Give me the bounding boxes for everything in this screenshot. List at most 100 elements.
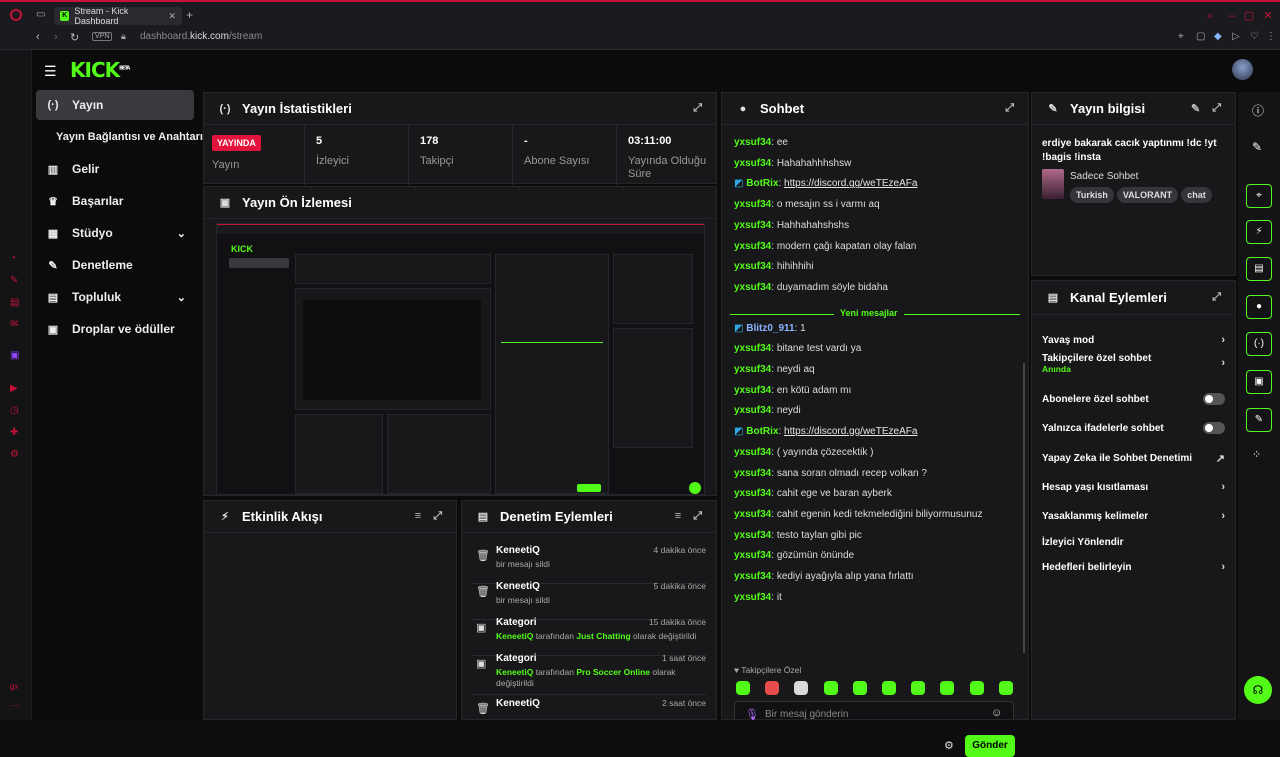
snapshot-icon[interactable]: ⌖	[1178, 31, 1184, 42]
popout-icon[interactable]: ⤢	[1212, 102, 1221, 115]
emote-icon[interactable]	[794, 681, 809, 695]
emote-icon[interactable]	[998, 681, 1013, 695]
chat-username[interactable]: yxsuf34	[734, 261, 771, 272]
tag[interactable]: VALORANT	[1116, 187, 1179, 203]
toggle-switch[interactable]	[1203, 393, 1225, 405]
browser-tab-active[interactable]: K Stream - Kick Dashboard ✕	[54, 6, 182, 26]
rail-button[interactable]: ▤	[1246, 257, 1272, 281]
settings-icon[interactable]: ⚙	[10, 449, 19, 460]
rail-button[interactable]: ⌖	[1246, 184, 1272, 208]
rail-button[interactable]: (·)	[1246, 332, 1272, 356]
reload-icon[interactable]: ↻	[70, 31, 79, 44]
sidebar-item-studyo[interactable]: ▦ Stüdyo ⌄	[36, 218, 194, 248]
twitch-icon[interactable]: ▣	[10, 350, 19, 361]
tag[interactable]: chat	[1181, 187, 1212, 203]
speed-dial-icon[interactable]: ◔	[10, 253, 16, 264]
sidebar-item-basarilar[interactable]: ♛ Başarılar	[36, 186, 194, 216]
toggle-switch[interactable]	[1203, 422, 1225, 434]
close-window-icon[interactable]: ✕	[1262, 10, 1274, 22]
chat-username[interactable]: yxsuf34	[734, 158, 771, 169]
followers-only-chat-row[interactable]: Takipçilere özel sohbet Anında ›	[1042, 353, 1225, 385]
messenger-icon[interactable]: ▤	[10, 297, 19, 308]
sidebar-item-yayin[interactable]: (·) Yayın	[36, 90, 194, 120]
popout-icon[interactable]: ⤢	[693, 102, 702, 115]
opera-logo-icon[interactable]	[10, 9, 22, 21]
chat-username[interactable]: yxsuf34	[734, 550, 771, 561]
chat-username[interactable]: yxsuf34	[734, 220, 771, 231]
emote-icon[interactable]	[765, 681, 780, 695]
emote-icon[interactable]	[911, 681, 926, 695]
emote-icon[interactable]	[882, 681, 896, 695]
filter-icon[interactable]: ≡	[675, 510, 681, 523]
gx-icon[interactable]: gx	[10, 682, 18, 691]
player-icon[interactable]: ▷	[1232, 31, 1240, 42]
emote-icon[interactable]	[736, 681, 750, 695]
maximize-icon[interactable]: ▢	[1243, 10, 1255, 22]
rail-button[interactable]: ⚡︎	[1246, 220, 1272, 244]
slow-mode-row[interactable]: Yavaş mod ›	[1042, 329, 1225, 351]
emote-icon[interactable]	[852, 681, 867, 695]
emote-icon[interactable]	[823, 681, 838, 695]
raid-row[interactable]: İzleyici Yönlendir	[1042, 531, 1225, 553]
chat-username[interactable]: Blitz0_911	[746, 323, 794, 334]
emotes-only-chat-row[interactable]: Yalnızca ifadelerle sohbet	[1042, 417, 1225, 439]
popout-icon[interactable]: ⤢	[693, 510, 702, 523]
sidebar-item-denetleme[interactable]: ✎ Denetleme	[36, 250, 194, 280]
new-tab-button[interactable]: +	[186, 8, 193, 22]
chat-username[interactable]: yxsuf34	[734, 488, 771, 499]
popout-icon[interactable]: ⤢	[1212, 291, 1221, 304]
banned-words-row[interactable]: Yasaklanmış kelimeler ›	[1042, 505, 1225, 527]
chat-username[interactable]: yxsuf34	[734, 385, 771, 396]
avatar[interactable]	[1232, 59, 1253, 80]
wallet-icon[interactable]: ▢	[1196, 31, 1205, 42]
menu-icon[interactable]: ⋮	[1266, 31, 1276, 42]
info-icon[interactable]: ⓘ	[1252, 102, 1264, 119]
tab-close-icon[interactable]: ✕	[168, 11, 176, 22]
chat-username[interactable]: yxsuf34	[734, 282, 771, 293]
chat-username[interactable]: yxsuf34	[734, 592, 771, 603]
subscribers-only-chat-row[interactable]: Abonelere özel sohbet	[1042, 388, 1225, 410]
ai-icon[interactable]: ✎	[10, 275, 18, 286]
chat-username[interactable]: yxsuf34	[734, 571, 771, 582]
adblock-shield-icon[interactable]: ◆	[1214, 31, 1222, 42]
sidebar-item-gelir[interactable]: ▥ Gelir	[36, 154, 194, 184]
ai-moderation-row[interactable]: Yapay Zeka ile Sohbet Denetimi ↗	[1042, 447, 1225, 469]
rail-button[interactable]: ●	[1246, 295, 1272, 319]
kick-logo[interactable]: KICKBETA	[70, 58, 130, 82]
rail-button[interactable]: ▣	[1246, 370, 1272, 394]
rail-button[interactable]: ✎	[1246, 408, 1272, 432]
chat-username[interactable]: yxsuf34	[734, 447, 771, 458]
player-sidebar-icon[interactable]: ▶	[10, 383, 18, 394]
chat-username[interactable]: yxsuf34	[734, 137, 771, 148]
microphone-icon[interactable]: 🎙︎	[745, 708, 759, 721]
popout-icon[interactable]: ⤢	[1005, 102, 1014, 115]
chat-username[interactable]: yxsuf34	[734, 199, 771, 210]
hamburger-icon[interactable]: ☰	[44, 63, 57, 80]
chat-username[interactable]: BotRix	[746, 426, 778, 437]
minimize-icon[interactable]: –	[1226, 10, 1238, 22]
sidebar-item-topluluk[interactable]: ▤ Topluluk ⌄	[36, 282, 194, 312]
url-field[interactable]: dashboard.kick.com/stream	[140, 31, 262, 42]
chat-username[interactable]: BotRix	[746, 178, 778, 189]
emote-icon[interactable]	[969, 681, 984, 695]
vpn-badge[interactable]: VPN	[92, 32, 113, 41]
mail-icon[interactable]: ✉	[10, 319, 18, 330]
send-button[interactable]: Gönder	[965, 735, 1015, 757]
preview-video[interactable]: KICK	[216, 223, 705, 495]
chat-username[interactable]: yxsuf34	[734, 241, 771, 252]
account-age-row[interactable]: Hesap yaşı kısıtlaması ›	[1042, 476, 1225, 498]
filter-icon[interactable]: ≡	[415, 510, 421, 523]
more-icon[interactable]: ···	[10, 700, 19, 710]
chat-scrollbar[interactable]	[1023, 363, 1025, 653]
chat-settings-icon[interactable]: ⚙	[944, 739, 954, 752]
history-icon[interactable]: ◷	[10, 405, 19, 416]
tab-list-icon[interactable]: ▭	[36, 9, 45, 20]
search-tabs-icon[interactable]: ⌕	[1204, 10, 1216, 22]
help-button[interactable]: ☊	[1244, 676, 1272, 704]
extensions-icon[interactable]: ✚	[10, 427, 18, 438]
chat-link[interactable]: https://discord.gg/weTEzeAFa	[784, 178, 917, 189]
chat-username[interactable]: yxsuf34	[734, 530, 771, 541]
goals-row[interactable]: Hedefleri belirleyin ›	[1042, 556, 1225, 578]
tag[interactable]: Turkish	[1070, 187, 1114, 203]
chat-username[interactable]: yxsuf34	[734, 343, 771, 354]
